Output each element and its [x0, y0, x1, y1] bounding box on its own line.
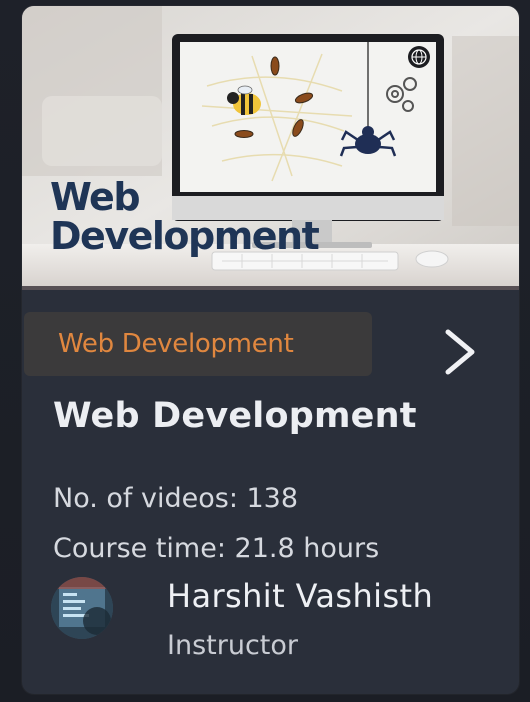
thumbnail-title: Web Development [50, 175, 320, 258]
instructor-role: Instructor [167, 630, 298, 661]
globe-icon [408, 46, 430, 68]
course-title: Web Development [53, 396, 417, 436]
instructor-photo [51, 577, 113, 639]
video-count: No. of videos: 138 [53, 483, 299, 514]
course-thumbnail: Web Development [22, 6, 519, 286]
instructor-name[interactable]: Harshit Vashisth [167, 577, 433, 615]
category-tag: Web Development [24, 312, 372, 376]
category-tag-label: Web Development [58, 329, 294, 359]
thumbnail-title-line1: Web [50, 175, 141, 219]
course-time: Course time: 21.8 hours [53, 533, 380, 564]
page: Web Development Web Development Web Deve… [0, 0, 530, 702]
avatar [51, 577, 113, 639]
chevron-right-icon[interactable] [440, 328, 480, 376]
thumbnail-divider [22, 286, 519, 290]
thumbnail-title-line2: Development [50, 213, 320, 258]
course-card[interactable]: Web Development Web Development Web Deve… [22, 6, 519, 694]
